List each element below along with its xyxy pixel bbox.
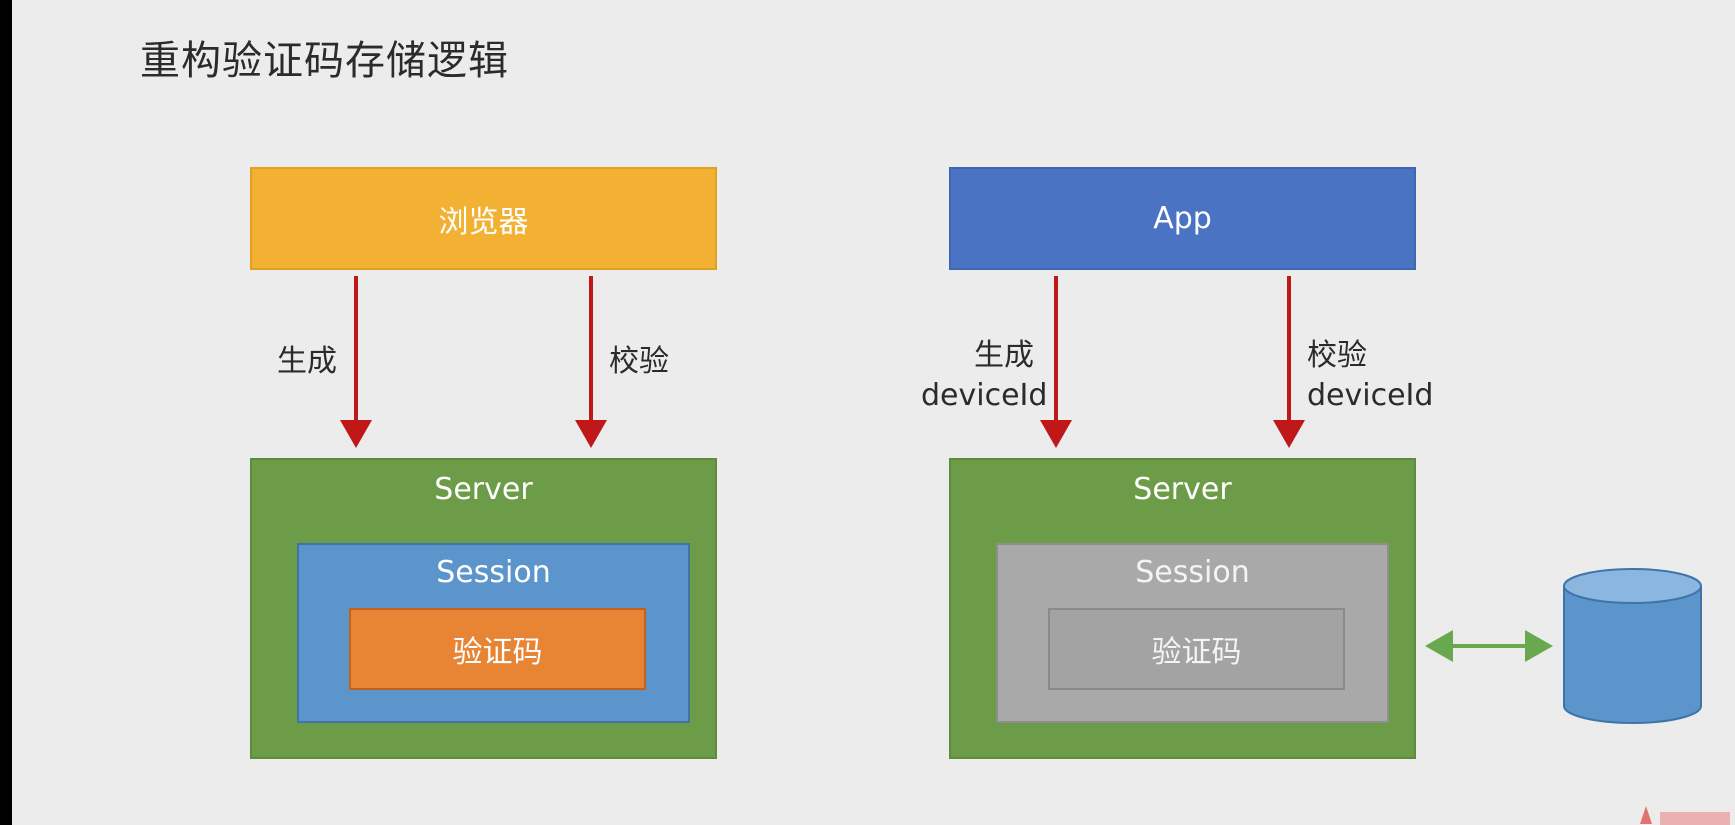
connectors — [340, 276, 1702, 724]
database-icon — [1563, 568, 1702, 724]
watermark-logo — [1640, 806, 1730, 825]
slide: 重构验证码存储逻辑 浏览器 生成 校验 Server Session 验证码 A… — [12, 0, 1735, 825]
